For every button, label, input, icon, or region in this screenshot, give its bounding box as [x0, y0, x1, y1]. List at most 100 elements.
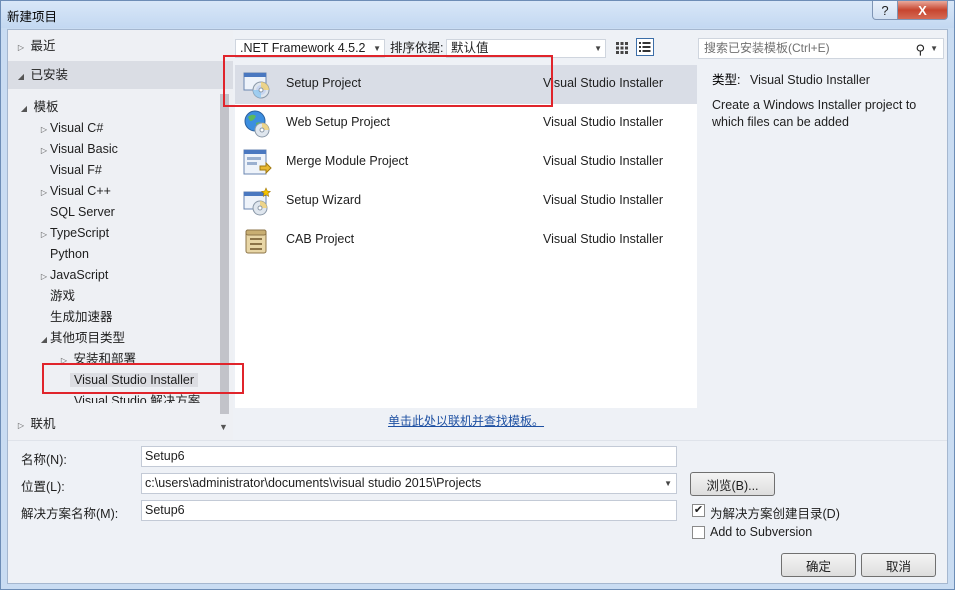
list-view-icon	[639, 42, 651, 52]
sort-label: 排序依据:	[390, 41, 444, 55]
collapse-arrow-icon: ◢	[17, 72, 25, 81]
tree-item[interactable]: 生成加速器	[38, 307, 113, 327]
template-tree-panel: ▷ 最近 ◢ 已安装 ◢ 模板 ▷ Visual C# ▷ Visual Basic V…	[8, 30, 233, 440]
tree-item-label: 安装和部署	[73, 352, 136, 366]
location-label: 位置(L):	[21, 480, 65, 494]
tree-item-vs-installer[interactable]: Visual Studio Installer	[70, 370, 198, 390]
name-field[interactable]: Setup6	[141, 446, 677, 467]
tree-item[interactable]: SQL Server	[38, 202, 115, 222]
tree-item[interactable]: ▷ Visual Basic	[38, 139, 118, 159]
tree-item-label: Visual C#	[50, 121, 104, 135]
template-type: Visual Studio Installer	[543, 232, 663, 246]
web-setup-project-icon	[242, 109, 272, 139]
tree-scrollbar[interactable]: ▼	[216, 92, 233, 440]
location-field[interactable]: c:\users\administrator\documents\visual …	[141, 473, 677, 494]
template-name: Setup Project	[286, 76, 362, 90]
close-button[interactable]: X	[897, 1, 948, 20]
browse-button[interactable]: 浏览(B)...	[690, 472, 775, 496]
framework-select[interactable]: .NET Framework 4.5.2 ▼	[235, 39, 385, 58]
search-input[interactable]: 搜索已安装模板(Ctrl+E) ⚲ ▼	[698, 38, 944, 59]
template-type: Visual Studio Installer	[543, 115, 663, 129]
sort-select[interactable]: 默认值 ▼	[446, 39, 606, 58]
online-templates-link[interactable]: 单击此处以联机并查找模板。	[388, 412, 544, 429]
tree-item[interactable]: ◢ 其他项目类型	[38, 328, 125, 348]
chevron-down-icon[interactable]: ▼	[664, 474, 672, 493]
template-name: Merge Module Project	[286, 154, 409, 168]
expand-arrow-icon: ▷	[40, 125, 48, 134]
tree-item-label: JavaScript	[50, 268, 109, 282]
tree-item-label: 游戏	[50, 289, 76, 303]
template-name: Setup Wizard	[286, 193, 362, 207]
grid-view-icon	[616, 42, 628, 54]
name-value: Setup6	[145, 449, 185, 463]
expand-arrow-icon: ▷	[60, 356, 68, 365]
tree-item-templates[interactable]: ◢ 模板	[18, 97, 59, 117]
tree-item[interactable]: 游戏	[38, 286, 75, 306]
name-label: 名称(N):	[21, 453, 67, 467]
tree-item[interactable]: ▷ Visual C++	[38, 181, 111, 201]
tree-item[interactable]: ▷ JavaScript	[38, 265, 108, 285]
scrollbar-thumb[interactable]	[220, 94, 229, 414]
solution-name-field[interactable]: Setup6	[141, 500, 677, 521]
list-view-button[interactable]	[636, 38, 654, 56]
sort-value: 默认值	[451, 41, 489, 55]
add-to-subversion-checkbox[interactable]	[692, 526, 705, 539]
chevron-down-icon: ▼	[373, 44, 381, 53]
tree-item-label: Visual F#	[50, 163, 102, 177]
type-label: 类型:	[712, 73, 741, 87]
checkmark-icon: ✔	[693, 504, 704, 516]
add-to-subversion-label[interactable]: Add to Subversion	[710, 525, 812, 539]
tree-item-setup-deploy[interactable]: ▷ 安装和部署	[58, 349, 136, 369]
setup-project-icon	[242, 70, 272, 100]
expand-arrow-icon: ▷	[40, 188, 48, 197]
framework-value: .NET Framework 4.5.2	[240, 41, 366, 55]
help-button[interactable]: ?	[872, 1, 898, 20]
template-row[interactable]: CAB Project Visual Studio Installer	[235, 221, 697, 260]
chevron-down-icon: ▼	[594, 44, 602, 53]
template-row[interactable]: Web Setup Project Visual Studio Installer	[235, 104, 697, 143]
template-row[interactable]: Setup Wizard Visual Studio Installer	[235, 182, 697, 221]
template-list: Setup Project Visual Studio Installer Web …	[235, 65, 697, 400]
tree-item[interactable]: ▷ Visual C#	[38, 118, 103, 138]
description-text: Create a Windows Installer project to wh…	[712, 98, 917, 129]
template-type: Visual Studio Installer	[543, 193, 663, 207]
template-row[interactable]: Setup Project Visual Studio Installer	[235, 65, 697, 104]
expand-arrow-icon: ▷	[40, 272, 48, 281]
create-directory-label[interactable]: 为解决方案创建目录(D)	[710, 503, 840, 522]
tree-item-label: Visual Basic	[50, 142, 118, 156]
tree-section-installed[interactable]: ◢ 已安装	[8, 61, 233, 89]
template-type: Visual Studio Installer	[543, 76, 663, 90]
expand-arrow-icon: ▷	[17, 421, 25, 430]
tree-section-online[interactable]: ▷ 联机	[8, 410, 233, 438]
location-value: c:\users\administrator\documents\visual …	[145, 476, 482, 490]
tree-item[interactable]: ▷ TypeScript	[38, 223, 109, 243]
solution-name-value: Setup6	[145, 503, 185, 517]
solution-name-label: 解决方案名称(M):	[21, 507, 119, 521]
tree-item-label: 其他项目类型	[50, 331, 126, 345]
templates-label: 模板	[33, 100, 59, 114]
chevron-down-icon[interactable]: ▼	[930, 39, 938, 58]
tree-item[interactable]: Visual F#	[38, 160, 102, 180]
cancel-button[interactable]: 取消	[861, 553, 936, 577]
tree-item-label: Visual Studio Installer	[70, 373, 198, 387]
create-directory-checkbox[interactable]: ✔	[692, 504, 705, 517]
tree-section-recent[interactable]: ▷ 最近	[8, 32, 233, 60]
project-form: 名称(N): Setup6 位置(L): c:\users\administra…	[8, 440, 947, 583]
tree-item-label: Python	[50, 247, 89, 261]
dialog-body: ▷ 最近 ◢ 已安装 ◢ 模板 ▷ Visual C# ▷ Visual Basic V…	[7, 29, 948, 584]
tree-item-label: 生成加速器	[50, 310, 113, 324]
expand-arrow-icon: ▷	[40, 230, 48, 239]
small-icons-view-button[interactable]	[613, 39, 631, 57]
tree-item-label: Visual C++	[50, 184, 111, 198]
collapse-arrow-icon: ◢	[20, 104, 28, 113]
recent-label: 最近	[30, 39, 56, 53]
template-row[interactable]: Merge Module Project Visual Studio Instal…	[235, 143, 697, 182]
online-label: 联机	[30, 417, 56, 431]
new-project-dialog: 新建项目 ? X ▷ 最近 ◢ 已安装 ◢ 模板 ▷ Visual C# ▷ Visu…	[0, 0, 955, 590]
tree-item-vs-solution[interactable]: Visual Studio 解决方案	[74, 391, 200, 403]
tree-item[interactable]: Python	[38, 244, 89, 264]
ok-button[interactable]: 确定	[781, 553, 856, 577]
merge-module-icon	[242, 148, 272, 178]
template-description: 类型: Visual Studio Installer Create a Win…	[712, 72, 942, 131]
search-icon[interactable]: ⚲	[915, 40, 925, 59]
